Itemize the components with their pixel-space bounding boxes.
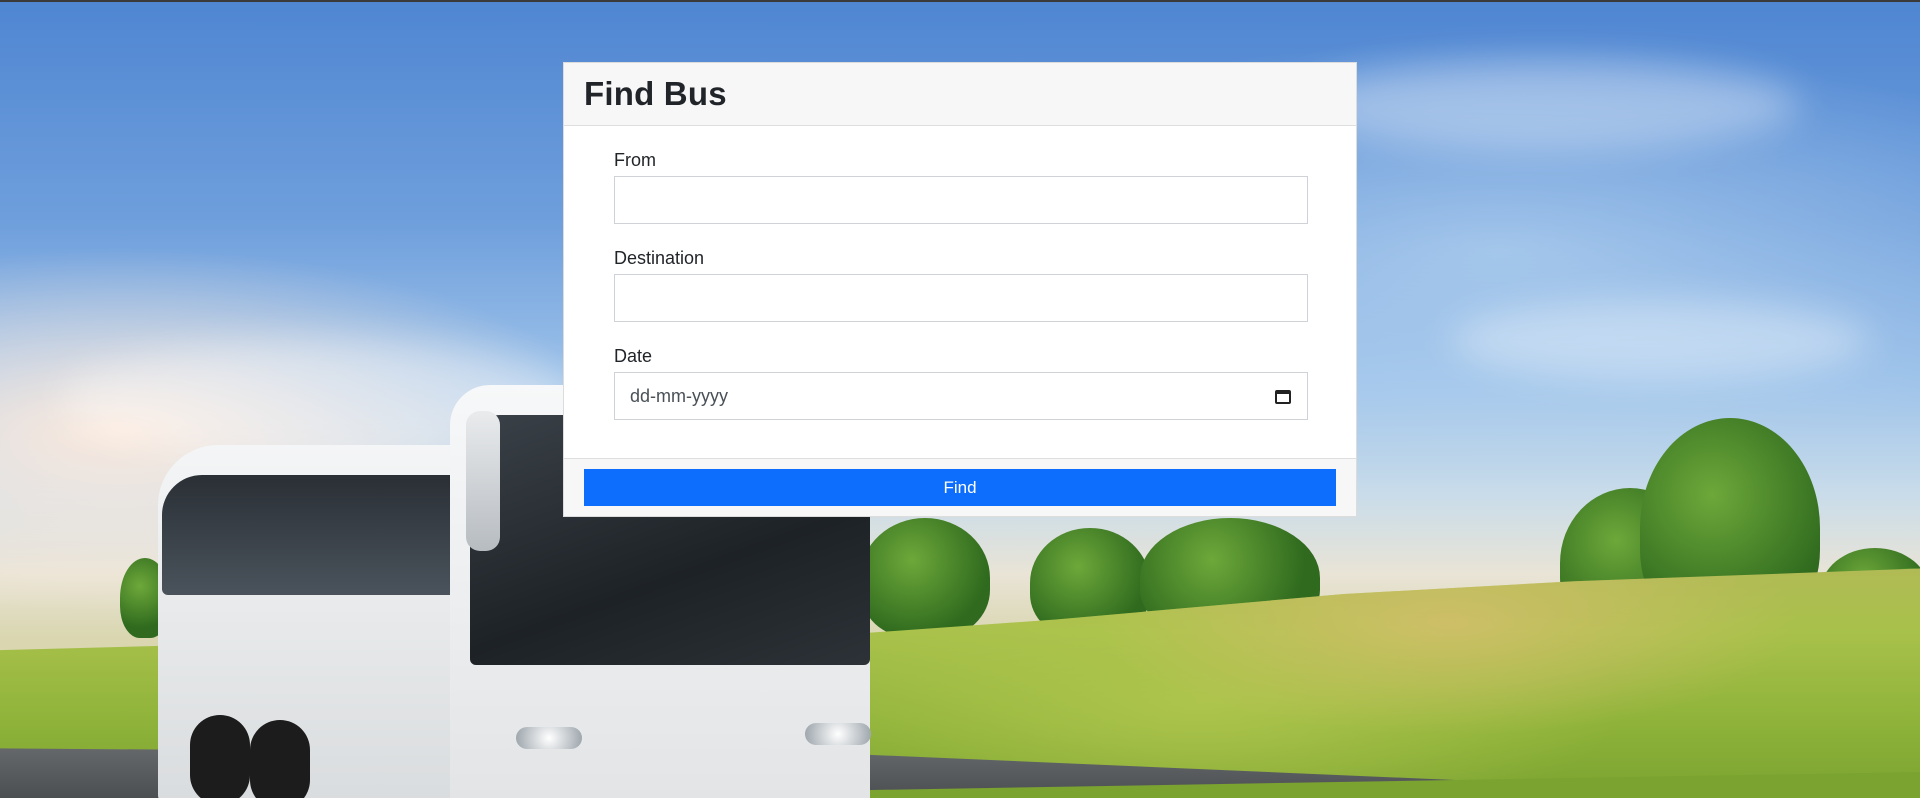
from-field[interactable] [614,176,1308,224]
card-footer: Find [564,458,1356,516]
card-header: Find Bus [564,63,1356,126]
destination-field[interactable] [614,274,1308,322]
page-title: Find Bus [584,75,727,112]
destination-group: Destination [614,248,1308,322]
from-input[interactable] [630,189,1292,211]
find-button[interactable]: Find [584,469,1336,506]
date-group: Date dd-mm-yyyy [614,346,1308,420]
from-group: From [614,150,1308,224]
from-label: From [614,150,656,170]
date-label: Date [614,346,653,366]
form-body: From Destination Date dd-mm-yyyy [564,126,1356,458]
calendar-icon[interactable] [1274,387,1292,405]
date-placeholder: dd-mm-yyyy [630,385,728,406]
destination-label: Destination [614,248,705,268]
destination-input[interactable] [630,287,1292,309]
find-bus-card: Find Bus From Destination Date dd-mm-yyy… [563,62,1357,517]
date-input[interactable]: dd-mm-yyyy [614,372,1308,420]
